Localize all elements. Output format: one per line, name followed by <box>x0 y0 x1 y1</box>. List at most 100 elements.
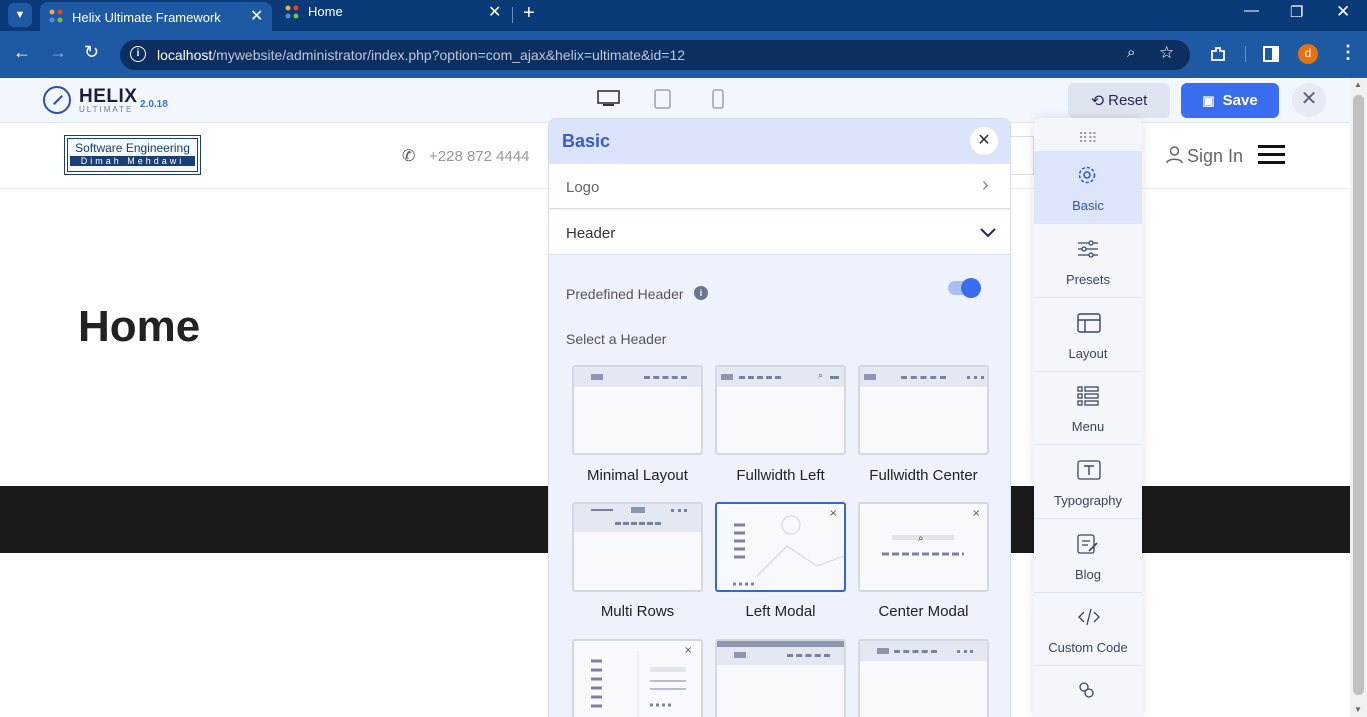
left-modal-preview: × <box>733 508 844 586</box>
header-option-row3-b[interactable] <box>715 639 846 717</box>
scroll-down-icon[interactable]: ▼ <box>1354 705 1362 714</box>
site-info-icon[interactable]: i <box>130 46 146 62</box>
sidebar-item-label: Basic <box>1072 198 1104 213</box>
header-option-minimal[interactable] <box>572 365 703 455</box>
new-tab-icon[interactable]: + <box>523 2 535 25</box>
hamburger-icon[interactable] <box>1258 145 1285 165</box>
header-option-left-modal[interactable]: × <box>715 502 846 592</box>
svg-text:×: × <box>829 508 837 519</box>
svg-text:⌕: ⌕ <box>918 533 924 544</box>
more-settings-icon <box>1079 682 1094 698</box>
header-option-row3-c[interactable] <box>858 639 989 717</box>
header-option-center-modal[interactable]: ⌕ × <box>858 502 989 592</box>
extensions-icon[interactable] <box>1209 45 1227 63</box>
profile-avatar[interactable]: d <box>1298 44 1318 64</box>
reset-icon: ⟲ <box>1090 92 1105 110</box>
svg-text:×: × <box>972 508 980 519</box>
sidebar-item-basic[interactable]: Basic <box>1034 151 1142 224</box>
back-icon[interactable]: ← <box>13 42 31 63</box>
site-phone[interactable]: +228 872 4444 <box>429 148 530 165</box>
mobile-view-icon[interactable] <box>712 89 724 109</box>
sidebar-item-label: Typography <box>1054 493 1122 508</box>
header-option-fullwidth-left[interactable]: ⌕ <box>715 365 846 455</box>
sliders-icon <box>1078 240 1098 258</box>
header-preview: × <box>591 645 692 717</box>
scroll-up-icon[interactable]: ▲ <box>1354 80 1362 89</box>
reset-button[interactable]: ⟲ Reset <box>1068 83 1170 118</box>
sign-in-link[interactable]: Sign In <box>1187 146 1243 167</box>
phone-icon: ✆ <box>402 148 416 165</box>
header-option-label: Minimal Layout <box>587 467 688 484</box>
sidebar-item-label: Blog <box>1074 567 1102 582</box>
sidebar-item-layout[interactable]: Layout <box>1034 299 1142 372</box>
sidebar-item-label: Layout <box>1068 346 1108 361</box>
predefined-header-toggle[interactable] <box>948 278 981 298</box>
panel-title: Basic <box>562 131 611 151</box>
browser-menu-icon[interactable]: ⋮ <box>1339 42 1357 63</box>
tab-divider <box>512 7 513 23</box>
sidebar-item-presets[interactable]: Presets <box>1034 225 1142 298</box>
minimize-icon[interactable]: — <box>1244 2 1259 19</box>
section-header[interactable]: Header <box>549 210 1010 255</box>
header-option-row3-a[interactable]: × <box>572 639 703 717</box>
svg-text:×: × <box>684 645 692 656</box>
sidepanel-icon[interactable] <box>1263 46 1279 62</box>
header-option-label: Fullwidth Left <box>736 467 825 484</box>
url-text[interactable]: localhost/mywebsite/administrator/index.… <box>157 47 685 63</box>
zoom-icon[interactable]: ⌕ <box>1127 44 1135 61</box>
panel-header <box>549 119 1010 164</box>
chevron-right-icon: › <box>982 174 989 196</box>
sidebar-item-label: Custom Code <box>1048 640 1128 655</box>
restore-icon[interactable]: ❐ <box>1290 3 1303 21</box>
center-modal-preview: ⌕ × <box>882 508 980 556</box>
header-option-fullwidth-center[interactable] <box>858 365 989 455</box>
settings-sidebar: ⠿⠿ Basic Presets Layout Menu Typography … <box>1034 118 1142 717</box>
sidebar-item-label: Presets <box>1065 272 1111 287</box>
address-bar[interactable]: i localhost/mywebsite/administrator/inde… <box>120 40 1190 70</box>
scrollbar-thumb[interactable] <box>1353 95 1364 695</box>
save-button[interactable]: ▣ Save <box>1181 83 1279 118</box>
desktop-view-icon[interactable] <box>597 90 620 107</box>
sidebar-item-more[interactable] <box>1034 667 1142 717</box>
forward-icon[interactable]: → <box>49 42 67 63</box>
sidebar-item-typography[interactable]: Typography <box>1034 446 1142 519</box>
select-header-label: Select a Header <box>566 331 667 347</box>
site-logo[interactable]: Software Engineering Dimah Mehdawi <box>64 135 201 175</box>
site-logo-line1: Software Engineering <box>75 141 190 155</box>
reset-label: Reset <box>1108 92 1148 109</box>
save-icon: ▣ <box>1202 92 1215 108</box>
panel-close-button[interactable]: ✕ <box>970 127 998 155</box>
predefined-header-label: Predefined Header <box>566 286 684 302</box>
tab-search-button[interactable]: ▼ <box>8 3 32 27</box>
code-icon <box>1078 608 1100 626</box>
user-icon <box>1166 146 1183 164</box>
tablet-view-icon[interactable] <box>654 89 671 109</box>
info-icon[interactable]: i <box>694 286 708 300</box>
close-tab-icon[interactable]: ✕ <box>488 2 501 22</box>
typography-icon <box>1077 460 1101 480</box>
site-search-edge <box>1010 136 1034 175</box>
helix-version: 2.0.18 <box>140 99 168 110</box>
sidebar-item-label: Menu <box>1071 419 1105 434</box>
close-tab-icon[interactable]: ✕ <box>250 6 263 26</box>
section-logo[interactable]: Logo › <box>549 164 1010 209</box>
sidebar-item-custom-code[interactable]: Custom Code <box>1034 593 1142 666</box>
sidebar-item-blog[interactable]: Blog <box>1034 520 1142 593</box>
drag-handle-icon[interactable]: ⠿⠿ <box>1078 130 1097 147</box>
close-editor-button[interactable]: ✕ <box>1292 83 1326 117</box>
header-option-multi-rows[interactable] <box>572 502 703 592</box>
header-option-label: Left Modal <box>745 603 816 620</box>
joomla-icon <box>285 5 299 19</box>
tab-helix[interactable]: Helix Ultimate Framework ✕ <box>40 2 272 31</box>
reload-icon[interactable]: ↻ <box>84 42 99 63</box>
close-window-icon[interactable]: ✕ <box>1336 2 1350 22</box>
bookmark-star-icon[interactable]: ☆ <box>1159 43 1174 63</box>
section-header-label: Header <box>566 225 616 242</box>
gear-icon <box>1078 166 1096 184</box>
header-option-label: Fullwidth Center <box>869 467 978 484</box>
tab-title: Helix Ultimate Framework <box>72 10 221 25</box>
tab-home[interactable]: Home ✕ <box>276 0 508 31</box>
sidebar-item-menu[interactable]: Menu <box>1034 372 1142 445</box>
joomla-icon <box>49 9 63 23</box>
tab-title: Home <box>308 4 343 19</box>
